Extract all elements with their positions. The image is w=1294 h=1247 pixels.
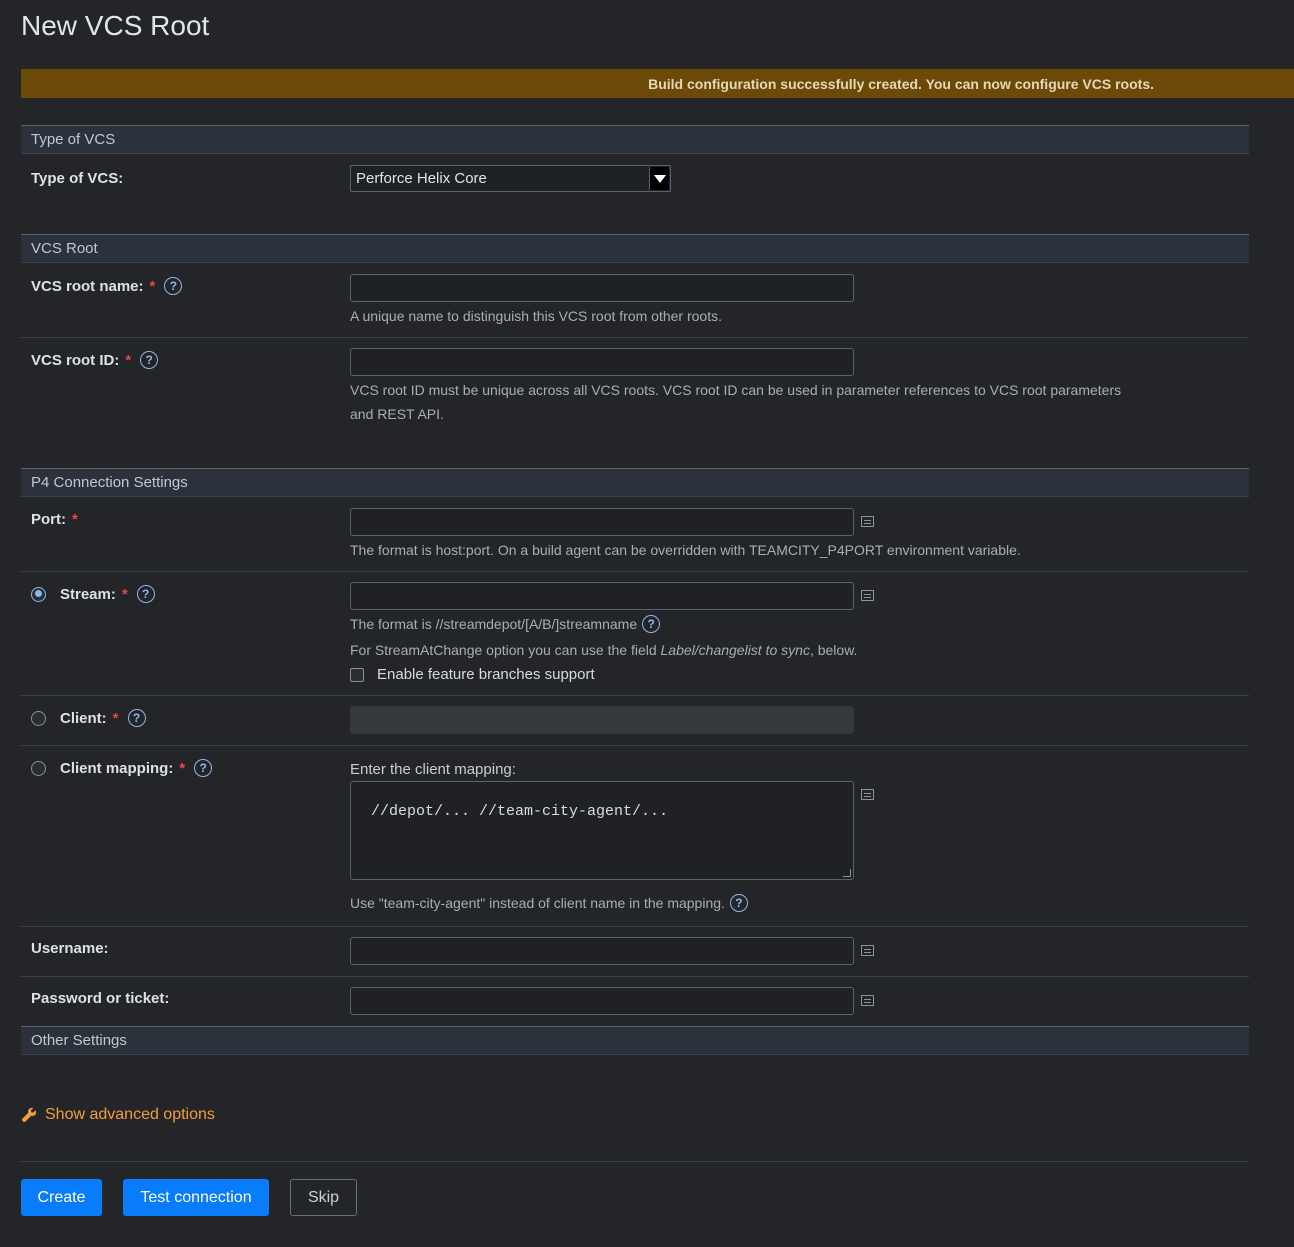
client-mapping-prompt: Enter the client mapping: <box>350 761 516 778</box>
section-title: Other Settings <box>31 1032 127 1049</box>
client-label: Client: * ? <box>31 709 146 727</box>
password-label-text: Password or ticket: <box>31 990 170 1007</box>
row-divider <box>21 976 1249 977</box>
required-mark: * <box>121 585 128 603</box>
required-mark: * <box>112 709 119 727</box>
stream-label: Stream: * ? <box>31 585 155 603</box>
port-note: The format is host:port. On a build agen… <box>350 542 1021 558</box>
section-title: Type of VCS <box>31 131 116 148</box>
required-mark: * <box>72 511 78 528</box>
page-title: New VCS Root <box>21 10 210 41</box>
vcs-root-name-label-text: VCS root name: <box>31 277 144 295</box>
feature-branches-checkbox[interactable] <box>350 668 364 683</box>
vcs-root-id-label-text: VCS root ID: <box>31 351 120 369</box>
help-icon[interactable]: ? <box>127 709 146 727</box>
client-mapping-textarea[interactable]: //depot/... //team-city-agent/... <box>350 781 854 880</box>
client-mapping-note: Use "team-city-agent" instead of client … <box>350 891 748 915</box>
stream-label-text: Stream: <box>60 585 116 603</box>
help-icon[interactable]: ? <box>194 759 213 777</box>
stream-input[interactable] <box>350 582 854 610</box>
type-of-vcs-select[interactable]: Perforce Helix Core <box>350 165 671 192</box>
section-type-of-vcs: Type of VCS <box>21 125 1249 154</box>
stream-change-note: For StreamAtChange option you can use th… <box>350 638 857 662</box>
stream-format-text: The format is //streamdepot/[A/B/]stream… <box>350 616 638 632</box>
client-radio[interactable] <box>31 710 46 726</box>
parameters-icon[interactable] <box>861 995 874 1006</box>
section-p4-connection: P4 Connection Settings <box>21 468 1249 497</box>
type-of-vcs-selected: Perforce Helix Core <box>356 170 487 187</box>
stream-change-prefix: For StreamAtChange option you can use th… <box>350 642 661 658</box>
row-divider <box>21 695 1249 696</box>
stream-change-italic: Label/changelist to sync <box>660 642 810 658</box>
show-advanced-options-label: Show advanced options <box>45 1106 215 1123</box>
row-divider <box>21 571 1249 572</box>
help-icon[interactable]: ? <box>642 615 661 633</box>
help-icon[interactable]: ? <box>136 585 155 603</box>
parameters-icon[interactable] <box>861 516 874 527</box>
password-input[interactable] <box>350 987 854 1015</box>
client-mapping-label: Client mapping: * ? <box>31 759 213 777</box>
section-title: P4 Connection Settings <box>31 474 188 491</box>
vcs-root-name-label: VCS root name: * ? <box>31 277 183 295</box>
help-icon[interactable]: ? <box>140 351 159 369</box>
wrench-icon <box>21 1107 37 1123</box>
port-label: Port: * <box>31 511 78 528</box>
username-label-text: Username: <box>31 940 109 957</box>
success-banner-text: Build configuration successfully created… <box>648 75 1154 92</box>
row-divider <box>21 745 1249 746</box>
section-title: VCS Root <box>31 240 98 257</box>
help-icon[interactable]: ? <box>729 894 748 912</box>
vcs-root-id-input[interactable] <box>350 348 854 376</box>
resize-handle-icon[interactable] <box>843 869 851 877</box>
row-divider <box>21 926 1249 927</box>
success-banner: Build configuration successfully created… <box>21 69 1294 98</box>
chevron-down-icon[interactable] <box>649 167 669 190</box>
vcs-root-name-note: A unique name to distinguish this VCS ro… <box>350 308 722 324</box>
help-icon[interactable]: ? <box>164 277 183 295</box>
required-mark: * <box>179 759 186 777</box>
create-button[interactable]: Create <box>21 1179 102 1216</box>
username-input[interactable] <box>350 937 854 965</box>
required-mark: * <box>149 277 156 295</box>
parameters-icon[interactable] <box>861 945 874 956</box>
client-input <box>350 706 854 734</box>
client-mapping-label-text: Client mapping: <box>60 759 174 777</box>
stream-change-suffix: , below. <box>809 642 858 658</box>
vcs-root-id-label: VCS root ID: * ? <box>31 351 159 369</box>
parameters-icon[interactable] <box>861 789 874 800</box>
section-vcs-root: VCS Root <box>21 234 1249 263</box>
client-mapping-value: //depot/... //team-city-agent/... <box>371 803 669 820</box>
username-label: Username: <box>31 940 109 957</box>
port-input[interactable] <box>350 508 854 536</box>
stream-radio[interactable] <box>31 586 46 602</box>
skip-button[interactable]: Skip <box>290 1179 357 1216</box>
type-of-vcs-label-text: Type of VCS: <box>31 170 124 187</box>
test-connection-button[interactable]: Test connection <box>123 1179 269 1216</box>
vcs-root-id-note-line1: VCS root ID must be unique across all VC… <box>350 382 1122 398</box>
parameters-icon[interactable] <box>861 590 874 601</box>
port-label-text: Port: <box>31 511 66 528</box>
client-mapping-radio[interactable] <box>31 760 46 776</box>
feature-branches-label: Enable feature branches support <box>377 666 595 683</box>
vcs-root-id-note-line2: and REST API. <box>350 406 444 422</box>
client-label-text: Client: <box>60 709 107 727</box>
client-mapping-note-text: Use "team-city-agent" instead of client … <box>350 895 725 911</box>
required-mark: * <box>125 351 132 369</box>
show-advanced-options-link[interactable]: Show advanced options <box>21 1106 215 1124</box>
type-of-vcs-label: Type of VCS: <box>31 170 123 187</box>
section-other-settings: Other Settings <box>21 1026 1249 1055</box>
feature-branches-option[interactable]: Enable feature branches support <box>350 663 595 687</box>
footer-divider <box>21 1161 1249 1162</box>
row-divider <box>21 337 1249 338</box>
password-label: Password or ticket: <box>31 990 169 1007</box>
stream-format-note: The format is //streamdepot/[A/B/]stream… <box>350 612 661 636</box>
vcs-root-name-input[interactable] <box>350 274 854 302</box>
